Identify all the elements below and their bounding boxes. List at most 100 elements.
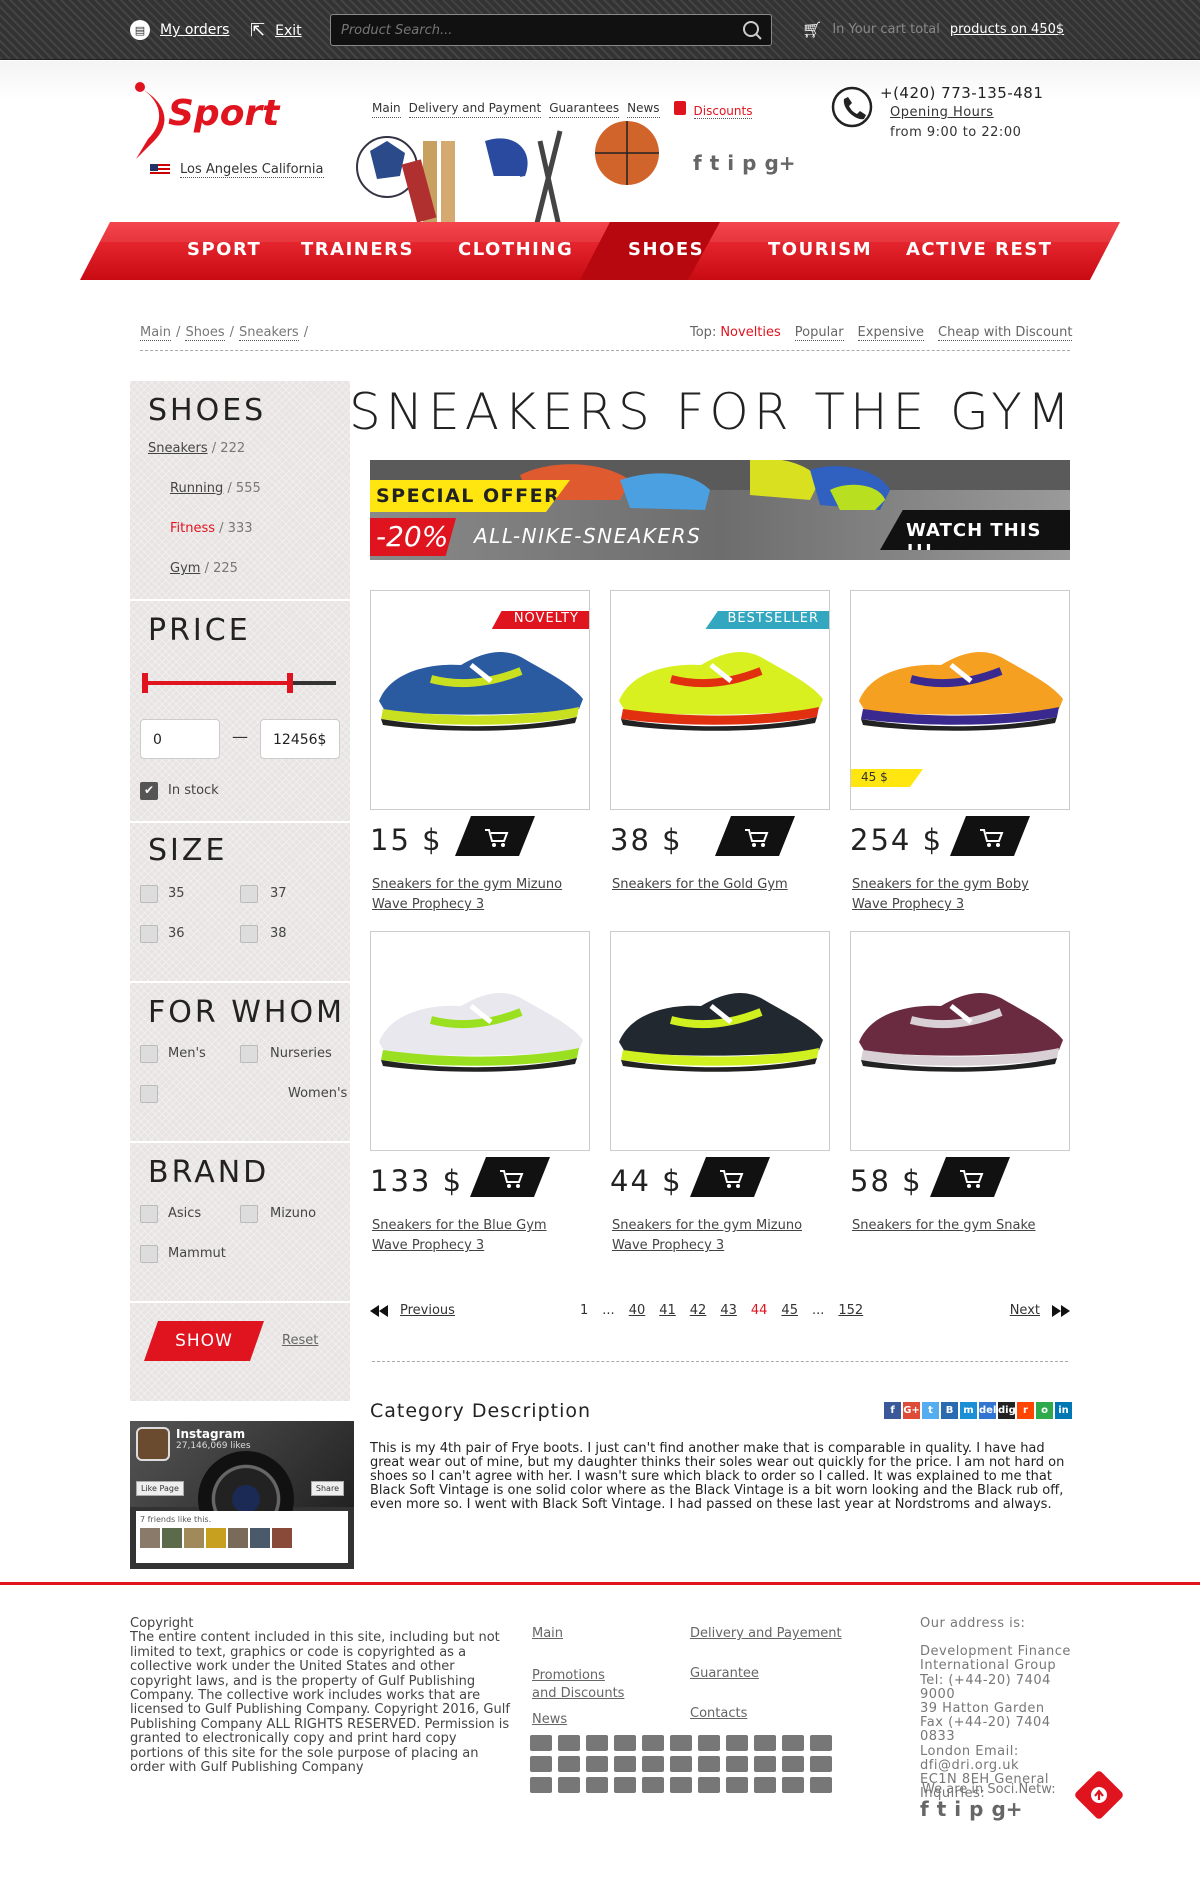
twitter-icon[interactable]: t xyxy=(710,151,720,175)
add-to-cart-button[interactable] xyxy=(715,816,795,856)
product-name[interactable]: Sneakers for the gym Boby Wave Prophecy … xyxy=(852,875,1052,915)
nav-active-rest[interactable]: ACTIVE REST xyxy=(906,239,1053,260)
product-image[interactable]: BESTSELLER xyxy=(610,590,830,810)
footer-link-main[interactable]: Main xyxy=(532,1625,563,1643)
footer-link-contacts[interactable]: Contacts xyxy=(690,1705,747,1723)
show-button[interactable]: SHOW xyxy=(144,1321,264,1361)
category-gym[interactable]: Gym / 225 xyxy=(170,561,238,576)
location[interactable]: Los Angeles California xyxy=(150,162,324,178)
share-icon[interactable]: o xyxy=(1036,1402,1053,1419)
avatar[interactable] xyxy=(140,1528,160,1548)
reset-link[interactable]: Reset xyxy=(282,1333,318,1348)
share-icon[interactable]: m xyxy=(960,1402,977,1419)
avatar[interactable] xyxy=(206,1528,226,1548)
avatar[interactable] xyxy=(184,1528,204,1548)
page-number[interactable]: 40 xyxy=(629,1303,646,1318)
page-number[interactable]: 42 xyxy=(690,1303,707,1318)
avatar[interactable] xyxy=(272,1528,292,1548)
previous-page[interactable]: Previous xyxy=(370,1303,455,1318)
share-icon[interactable]: G+ xyxy=(903,1402,920,1419)
product-name[interactable]: Sneakers for the Blue Gym Wave Prophecy … xyxy=(372,1216,572,1256)
nav-news[interactable]: News xyxy=(627,101,660,118)
page-number[interactable]: 152 xyxy=(838,1303,863,1318)
scroll-to-top-button[interactable] xyxy=(1073,1769,1125,1821)
product-image[interactable]: NOVELTY xyxy=(370,590,590,810)
footer-link-promotions[interactable]: Promotions and Discounts xyxy=(532,1667,632,1703)
mizuno-checkbox[interactable] xyxy=(240,1205,258,1223)
add-to-cart-button[interactable] xyxy=(455,816,535,856)
breadcrumb-shoes[interactable]: Shoes xyxy=(185,325,225,341)
twitter-icon[interactable]: t xyxy=(937,1797,947,1821)
price-max-input[interactable]: 12456$ xyxy=(260,719,340,759)
price-slider[interactable] xyxy=(142,673,336,693)
page-number[interactable]: 1 xyxy=(580,1303,588,1318)
share-icon[interactable]: del xyxy=(979,1402,996,1419)
nav-shoes[interactable]: SHOES xyxy=(628,239,704,260)
share-button[interactable]: Share xyxy=(310,1481,344,1496)
pinterest-icon[interactable]: p xyxy=(742,151,756,175)
share-icon[interactable]: f xyxy=(884,1402,901,1419)
page-number[interactable]: 43 xyxy=(720,1303,737,1318)
facebook-icon[interactable]: f xyxy=(693,151,702,175)
category-fitness[interactable]: Fitness / 333 xyxy=(170,521,253,536)
size-36-checkbox[interactable] xyxy=(140,925,158,943)
share-icon[interactable]: r xyxy=(1017,1402,1034,1419)
price-slider-min-handle[interactable] xyxy=(142,673,148,693)
sport-logo[interactable]: Sport xyxy=(128,79,318,169)
nav-trainers[interactable]: TRAINERS xyxy=(301,239,414,260)
price-min-input[interactable]: 0 xyxy=(140,719,220,759)
avatar[interactable] xyxy=(162,1528,182,1548)
page-number[interactable]: 41 xyxy=(659,1303,676,1318)
add-to-cart-button[interactable] xyxy=(950,816,1030,856)
page-number[interactable]: 44 xyxy=(751,1303,768,1318)
asics-checkbox[interactable] xyxy=(140,1205,158,1223)
product-image[interactable] xyxy=(610,931,830,1151)
promo-banner[interactable]: SPECIAL OFFER -20% ALL-NIKE-SNEAKERS WAT… xyxy=(370,460,1070,560)
footer-link-delivery[interactable]: Delivery and Payement xyxy=(690,1625,842,1643)
filter-expensive[interactable]: Expensive xyxy=(857,325,925,341)
size-35-checkbox[interactable] xyxy=(140,885,158,903)
like-page-button[interactable]: Like Page xyxy=(136,1481,184,1496)
search-icon[interactable] xyxy=(741,19,763,41)
my-orders-link[interactable]: ▤ My orders xyxy=(130,20,229,40)
add-to-cart-button[interactable] xyxy=(930,1157,1010,1197)
search-input[interactable] xyxy=(331,15,731,45)
category-sneakers[interactable]: Sneakers / 222 xyxy=(148,441,245,456)
product-image[interactable] xyxy=(850,931,1070,1151)
add-to-cart-button[interactable] xyxy=(470,1157,550,1197)
product-image[interactable]: 45 $ xyxy=(850,590,1070,810)
product-name[interactable]: Sneakers for the gym Snake xyxy=(852,1216,1052,1236)
product-image[interactable] xyxy=(370,931,590,1151)
page-number[interactable]: 45 xyxy=(781,1303,798,1318)
share-icon[interactable]: t xyxy=(922,1402,939,1419)
footer-link-news[interactable]: News xyxy=(532,1711,567,1729)
nav-guarantees[interactable]: Guarantees xyxy=(549,101,620,118)
product-name[interactable]: Sneakers for the Gold Gym xyxy=(612,875,812,895)
instagram-icon[interactable]: i xyxy=(954,1797,961,1821)
cart-total-link[interactable]: products on 450$ xyxy=(950,22,1064,37)
filter-cheap-discount[interactable]: Cheap with Discount xyxy=(938,325,1073,341)
share-icon[interactable]: B xyxy=(941,1402,958,1419)
share-icon[interactable]: in xyxy=(1055,1402,1072,1419)
product-name[interactable]: Sneakers for the gym Mizuno Wave Prophec… xyxy=(612,1216,812,1256)
nav-delivery[interactable]: Delivery and Payment xyxy=(408,101,542,118)
breadcrumb-main[interactable]: Main xyxy=(140,325,172,341)
opening-hours-link[interactable]: Opening Hours xyxy=(890,105,994,120)
in-stock-checkbox[interactable]: ✔ xyxy=(140,782,158,800)
add-to-cart-button[interactable] xyxy=(690,1157,770,1197)
nurseries-checkbox[interactable] xyxy=(240,1045,258,1063)
google-plus-icon[interactable]: g+ xyxy=(764,151,795,175)
exit-link[interactable]: ⇱ Exit xyxy=(250,20,302,41)
pinterest-icon[interactable]: p xyxy=(969,1797,983,1821)
watch-this-button[interactable]: WATCH THIS !!! xyxy=(880,510,1070,550)
size-37-checkbox[interactable] xyxy=(240,885,258,903)
nav-tourism[interactable]: TOURISM xyxy=(768,239,872,260)
cart-icon[interactable]: 🛒︎ xyxy=(802,20,822,39)
nav-discounts[interactable]: Discounts xyxy=(673,101,753,119)
mammut-checkbox[interactable] xyxy=(140,1245,158,1263)
avatar[interactable] xyxy=(250,1528,270,1548)
breadcrumb-sneakers[interactable]: Sneakers xyxy=(239,325,299,341)
share-icon[interactable]: digg xyxy=(998,1402,1023,1419)
footer-link-guarantee[interactable]: Guarantee xyxy=(690,1665,759,1683)
facebook-icon[interactable]: f xyxy=(920,1797,929,1821)
